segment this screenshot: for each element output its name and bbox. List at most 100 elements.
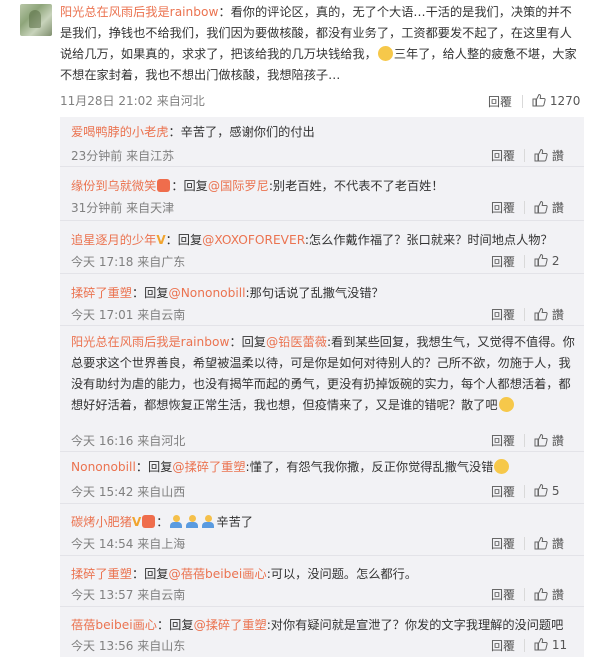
like-count: 讚 [551,149,564,163]
comment-thread: 阳光总在风雨后我是rainbow：看你的评论区，真的，无了个大语…干活的是我们，… [0,0,600,657]
main-comment-text: 阳光总在风雨后我是rainbow：看你的评论区，真的，无了个大语…干活的是我们，… [60,2,580,86]
reply-text: ：辛苦了，感谢你们的付出 [168,125,315,139]
reply-button[interactable]: 回覆 [491,306,515,323]
reply-username[interactable]: Nononobill [71,460,136,474]
like-button[interactable]: 5 [534,483,559,498]
like-count: 1270 [549,94,581,108]
reply-text: :怎么作戴作福了？张口就来？时间地点人物？ [304,233,553,247]
like-button[interactable]: 讚 [534,586,564,603]
reply-username[interactable]: 阳光总在风雨后我是rainbow [71,335,229,349]
reply-username[interactable]: 爱喝鸭脖的小老虎 [71,125,169,139]
reply-username[interactable]: 追星逐月的少年 [71,233,156,247]
reply-text: :别老百姓，不代表不了老百姓！ [268,179,444,193]
divider [524,308,525,321]
reply-text: 辛苦了 [216,515,253,529]
reply-prefix: ：回复 [131,567,169,581]
mention-link[interactable]: @国际罗尼 [208,179,269,193]
like-button[interactable]: 讚 [534,199,564,216]
reply-username[interactable]: 碳烤小肥猪 [71,515,132,529]
thumbs-up-icon [534,148,548,162]
like-button[interactable]: 1270 [532,93,580,108]
list-item: 蓓蓓beibei画心：回复@揉碎了重塑:对你有疑问就是宣泄了？你发的文字我理解的… [60,607,584,657]
main-comment-time: 11月28日 21:02 来自河北 [60,94,205,108]
emoji-icon [494,459,510,474]
reply-prefix: ：回复 [157,618,194,632]
list-item: 碳烤小肥猪V ： 辛苦了 今天 14:54 来自上海 回覆 讚 [60,504,584,556]
divider [524,485,525,498]
reply-text: :那句话说了乱撒气没错？ [245,286,384,300]
reply-time: 今天 17:01 来自云南 [71,308,186,322]
reply-button[interactable]: 回覆 [488,93,512,110]
reply-username[interactable]: 揉碎了重塑 [71,286,132,300]
mention-link[interactable]: @揉碎了重塑 [172,460,245,474]
like-count: 讚 [551,434,564,448]
reply-prefix: ：回复 [135,460,173,474]
list-item: 揉碎了重塑：回复@蓓蓓beibei画心:可以，没问题。怎么都行。 今天 13:5… [60,556,584,607]
reply-time: 今天 13:57 来自云南 [71,588,186,602]
reply-time: 23分钟前 来自江苏 [71,149,175,163]
list-item: 揉碎了重塑：回复@Nononobill:那句话说了乱撒气没错？ 今天 17:01… [60,274,584,326]
reply-prefix: ：回复 [229,335,266,349]
list-item: 追星逐月的少年V：回复@XOXOFOREVER:怎么作戴作福了？张口就来？时间地… [60,221,584,274]
like-count: 讚 [551,308,564,322]
reply-text: :对你有疑问就是宣泄了？你发的文字我理解的没问题吧 [266,618,564,632]
reply-button[interactable]: 回覆 [491,586,515,603]
member-badge-icon [142,515,156,528]
like-button[interactable]: 讚 [534,535,564,552]
emoji-icon [498,397,514,412]
mention-link[interactable]: @蓓蓓beibei画心 [169,567,267,581]
like-count: 讚 [551,537,564,551]
avatar[interactable] [20,4,52,36]
thumbs-up-icon [534,200,548,214]
reply-time: 31分钟前 来自天津 [71,201,175,215]
like-button[interactable]: 讚 [534,432,564,449]
like-count: 讚 [551,588,564,602]
mention-link[interactable]: @Nononobill [169,286,246,300]
like-button[interactable]: 11 [534,637,567,652]
reply-button[interactable]: 回覆 [491,432,515,449]
mention-link[interactable]: @XOXOFOREVER [202,233,305,247]
reply-username[interactable]: 蓓蓓beibei画心 [71,618,157,632]
list-item: 缘份到乌就微笑 ：回复@国际罗尼:别老百姓，不代表不了老百姓！ 31分钟前 来自天… [60,167,584,221]
main-comment-username[interactable]: 阳光总在风雨后我是rainbow [60,5,218,19]
divider [524,149,525,162]
reply-username[interactable]: 揉碎了重塑 [71,567,132,581]
thumbs-up-icon [534,587,548,601]
member-badge-icon [157,179,171,192]
thumbs-up-icon [534,637,548,651]
reply-username[interactable]: 缘份到乌就微笑 [71,179,156,193]
person-emoji-icon [201,515,215,529]
divider [524,434,525,447]
thumbs-up-icon [532,93,546,107]
reply-list: 爱喝鸭脖的小老虎：辛苦了，感谢你们的付出 23分钟前 来自江苏 回覆 讚 缘份到… [60,117,584,657]
reply-button[interactable]: 回覆 [491,637,515,654]
mention-link[interactable]: @铅医蕾薇 [266,335,327,349]
reply-button[interactable]: 回覆 [491,199,515,216]
divider [524,639,525,652]
reply-button[interactable]: 回覆 [491,483,515,500]
reply-text: :可以，没问题。怎么都行。 [266,567,418,581]
reply-time: 今天 13:56 来自山东 [71,639,186,653]
like-button[interactable]: 讚 [534,306,564,323]
mention-link[interactable]: @揉碎了重塑 [194,618,267,632]
reply-time: 今天 16:16 来自河北 [71,434,186,448]
verified-v-icon: V [131,515,142,529]
verified-v-icon: V [156,233,166,247]
reply-time: 今天 14:54 来自上海 [71,537,186,551]
list-item: Nononobill：回复@揉碎了重塑:懂了，有怨气我你撒，反正你觉得乱撒气没错… [60,452,584,504]
divider [524,255,525,268]
like-button[interactable]: 讚 [534,147,564,164]
reply-button[interactable]: 回覆 [491,147,515,164]
thumbs-up-icon [534,253,548,267]
like-button[interactable]: 2 [534,253,559,268]
reply-prefix: ：回复 [171,179,208,193]
reply-time: 今天 17:18 来自广东 [71,255,186,269]
like-count: 2 [551,254,560,268]
reply-button[interactable]: 回覆 [491,535,515,552]
thumbs-up-icon [534,433,548,447]
list-item: 阳光总在风雨后我是rainbow：回复@铅医蕾薇:看到某些回复，我想生气，又觉得… [60,326,584,452]
reply-prefix: ：回复 [131,286,169,300]
reply-button[interactable]: 回覆 [491,253,515,270]
list-item: 爱喝鸭脖的小老虎：辛苦了，感谢你们的付出 23分钟前 来自江苏 回覆 讚 [60,117,584,167]
thumbs-up-icon [534,483,548,497]
